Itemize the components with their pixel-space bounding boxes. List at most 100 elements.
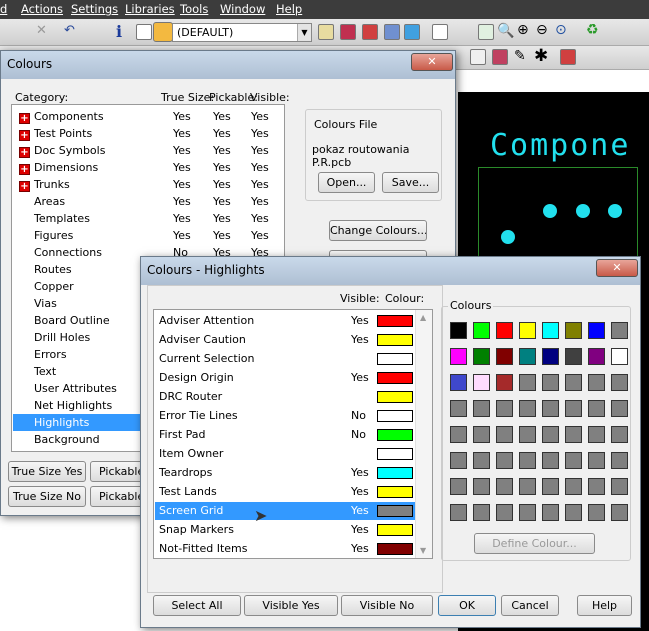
palette-swatch[interactable] [565, 426, 582, 443]
palette-swatch[interactable] [542, 504, 559, 521]
colour-swatch[interactable] [377, 505, 413, 517]
highlight-row[interactable]: Snap Markers Yes [155, 521, 415, 539]
palette-swatch[interactable] [496, 426, 513, 443]
palette-swatch[interactable] [611, 400, 628, 417]
route-icon[interactable] [492, 49, 508, 65]
highlight-row[interactable]: Error Tie Lines No [155, 407, 415, 425]
info-icon[interactable]: i [116, 22, 122, 41]
colour-swatch[interactable] [377, 524, 413, 536]
true-size-value[interactable]: Yes [173, 176, 191, 193]
highlight-row[interactable]: Adviser Attention Yes [155, 312, 415, 330]
download-icon[interactable] [362, 24, 378, 40]
zoom-previous-icon[interactable]: ⊙ [555, 22, 567, 38]
true-size-value[interactable]: Yes [173, 142, 191, 159]
highlight-row[interactable]: Adviser Caution Yes [155, 331, 415, 349]
palette-swatch[interactable] [611, 504, 628, 521]
true-size-no-button[interactable]: True Size No [8, 486, 86, 507]
open-button[interactable]: Open... [318, 172, 375, 193]
palette-icon[interactable] [153, 22, 173, 42]
palette-swatch[interactable] [611, 452, 628, 469]
palette-swatch[interactable] [519, 452, 536, 469]
highlight-row[interactable]: First Pad No [155, 426, 415, 444]
palette-swatch[interactable] [565, 478, 582, 495]
palette-swatch[interactable] [473, 348, 490, 365]
image-icon[interactable] [340, 24, 356, 40]
visible-value[interactable]: Yes [351, 521, 369, 538]
palette-swatch[interactable] [496, 504, 513, 521]
visible-value[interactable]: Yes [251, 210, 269, 227]
true-size-value[interactable]: Yes [173, 108, 191, 125]
menu-window[interactable]: Window [220, 2, 265, 16]
edit-icon[interactable]: ✎ [514, 48, 526, 64]
menu-libraries[interactable]: Libraries [125, 2, 175, 16]
highlight-row[interactable]: Screen Grid Yes [155, 502, 415, 520]
pickable-value[interactable]: Yes [213, 125, 231, 142]
visible-value[interactable]: Yes [351, 540, 369, 557]
visible-value[interactable]: Yes [251, 176, 269, 193]
palette-swatch[interactable] [473, 374, 490, 391]
highlight-row[interactable]: Not-Fitted Items Yes [155, 540, 415, 558]
pickable-value[interactable]: Yes [213, 108, 231, 125]
colour-swatch[interactable] [377, 429, 413, 441]
zoom-out-icon[interactable]: ⊖ [536, 22, 548, 38]
scrollbar[interactable]: ▲ ▼ [415, 310, 432, 558]
highlights-list[interactable]: ▲ ▼ Adviser Attention Yes Adviser Caution Y… [153, 309, 433, 559]
menu-settings[interactable]: Settings [71, 2, 118, 16]
palette-swatch[interactable] [565, 400, 582, 417]
chevron-down-icon[interactable]: ▼ [297, 24, 311, 41]
palette-swatch[interactable] [565, 374, 582, 391]
define-colour-button[interactable]: Define Colour... [474, 533, 595, 554]
menu-actions[interactable]: Actions [21, 2, 63, 16]
colour-swatch[interactable] [377, 543, 413, 555]
palette-swatch[interactable] [611, 478, 628, 495]
palette-swatch[interactable] [473, 452, 490, 469]
pickable-value[interactable]: Yes [213, 176, 231, 193]
palette-swatch[interactable] [588, 452, 605, 469]
pickable-value[interactable]: Yes [213, 142, 231, 159]
palette-swatch[interactable] [496, 452, 513, 469]
undo-icon[interactable]: ↶ [64, 23, 75, 38]
colour-swatch[interactable] [377, 315, 413, 327]
palette-swatch[interactable] [450, 478, 467, 495]
refresh-icon[interactable] [478, 24, 494, 40]
colour-swatch[interactable] [377, 372, 413, 384]
palette-swatch[interactable] [588, 504, 605, 521]
change-colours-button[interactable]: Change Colours... [329, 220, 427, 241]
palette-swatch[interactable] [588, 322, 605, 339]
visible-no-button[interactable]: Visible No [341, 595, 433, 616]
visible-yes-button[interactable]: Visible Yes [244, 595, 338, 616]
pickable-value[interactable]: Yes [213, 210, 231, 227]
true-size-value[interactable]: Yes [173, 125, 191, 142]
pickable-value[interactable]: Yes [213, 159, 231, 176]
true-size-yes-button[interactable]: True Size Yes [8, 461, 86, 482]
visible-value[interactable]: Yes [251, 125, 269, 142]
palette-swatch[interactable] [450, 400, 467, 417]
asterisk-icon[interactable]: ✱ [534, 46, 548, 66]
palette-swatch[interactable] [542, 322, 559, 339]
visible-value[interactable]: Yes [251, 142, 269, 159]
palette-swatch[interactable] [473, 322, 490, 339]
palette-swatch[interactable] [519, 400, 536, 417]
visible-value[interactable]: No [351, 426, 366, 443]
palette-swatch[interactable] [565, 504, 582, 521]
colour-swatch[interactable] [377, 467, 413, 479]
palette-swatch[interactable] [473, 478, 490, 495]
palette-swatch[interactable] [588, 426, 605, 443]
palette-swatch[interactable] [450, 452, 467, 469]
palette-swatch[interactable] [542, 374, 559, 391]
menu-tools[interactable]: Tools [180, 2, 208, 16]
category-row[interactable]: Figures Yes Yes Yes [13, 227, 283, 244]
visible-value[interactable]: Yes [351, 312, 369, 329]
table-icon[interactable] [136, 24, 152, 40]
palette-swatch[interactable] [450, 504, 467, 521]
visible-value[interactable]: Yes [351, 464, 369, 481]
category-row[interactable]: Templates Yes Yes Yes [13, 210, 283, 227]
palette-swatch[interactable] [519, 374, 536, 391]
scroll-up-icon[interactable]: ▲ [420, 313, 426, 322]
palette-swatch[interactable] [565, 452, 582, 469]
palette-swatch[interactable] [496, 348, 513, 365]
layout-icon[interactable] [318, 24, 334, 40]
highlight-row[interactable]: Current Selection [155, 350, 415, 368]
recycle-icon[interactable]: ♻ [586, 22, 599, 38]
category-row[interactable]: Areas Yes Yes Yes [13, 193, 283, 210]
